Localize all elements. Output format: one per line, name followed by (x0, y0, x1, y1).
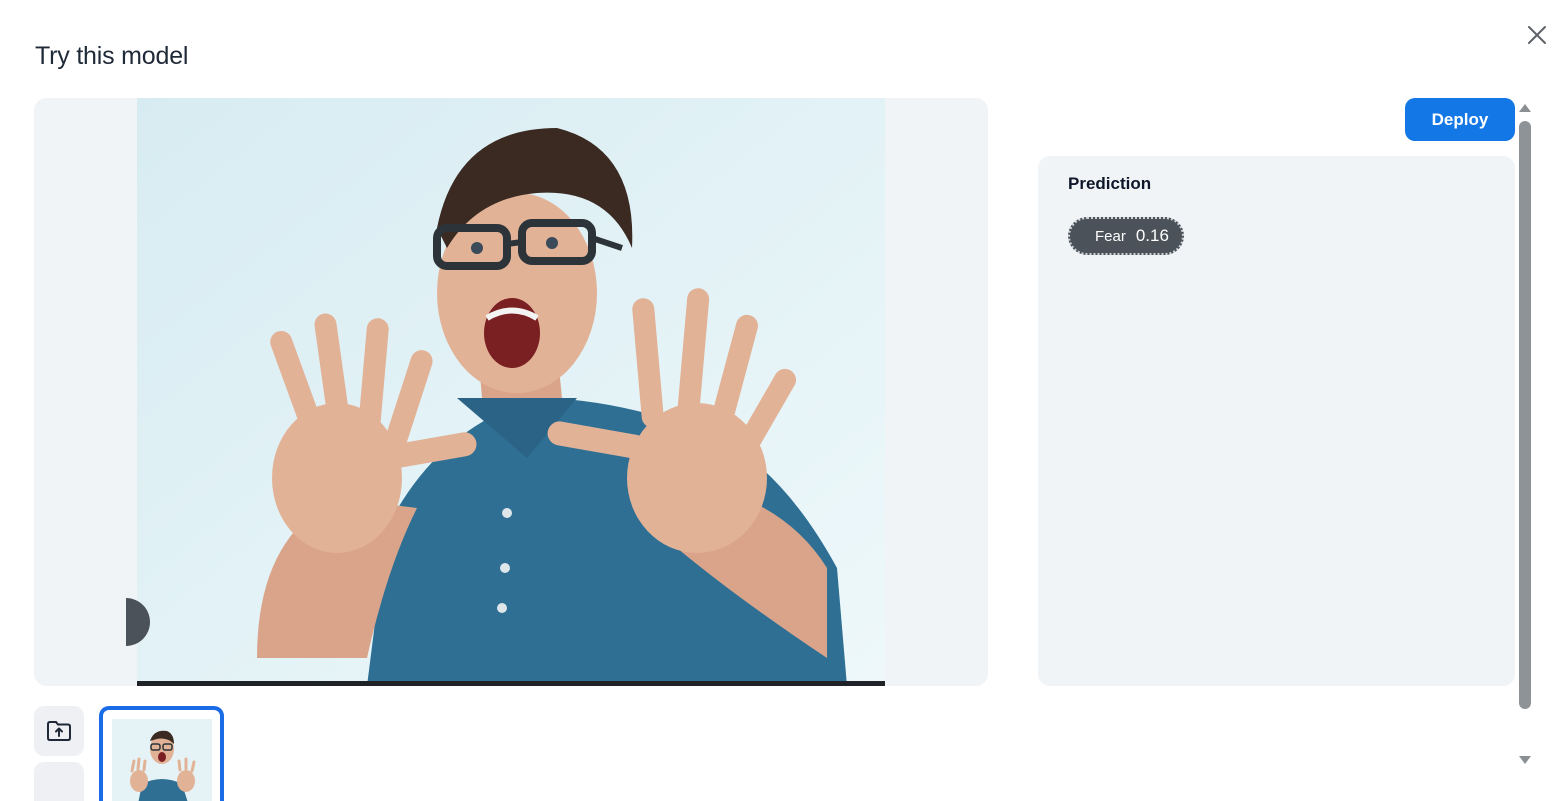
prediction-chip[interactable]: Fear 0.16 (1068, 217, 1184, 255)
gallery-thumbnail-selected[interactable] (99, 706, 224, 801)
preview-image (137, 98, 885, 686)
prediction-label: Fear (1095, 227, 1126, 245)
dialog-title: Try this model (35, 42, 189, 70)
secondary-gallery-button[interactable] (34, 762, 84, 801)
prediction-heading: Prediction (1068, 174, 1152, 193)
folder-upload-icon (47, 721, 71, 741)
prediction-panel: Prediction Fear 0.16 (1038, 156, 1515, 686)
upload-button[interactable] (34, 706, 84, 756)
deploy-button[interactable]: Deploy (1405, 98, 1515, 141)
scroll-down-arrow-icon[interactable] (1519, 756, 1531, 764)
close-icon[interactable] (1522, 20, 1552, 50)
scroll-up-arrow-icon[interactable] (1519, 104, 1531, 112)
image-progress-bar (137, 681, 885, 686)
thumbnail-image (112, 719, 212, 801)
scrollbar-thumb[interactable] (1519, 121, 1531, 709)
image-preview-panel (34, 98, 988, 686)
prediction-score: 0.16 (1135, 226, 1169, 245)
